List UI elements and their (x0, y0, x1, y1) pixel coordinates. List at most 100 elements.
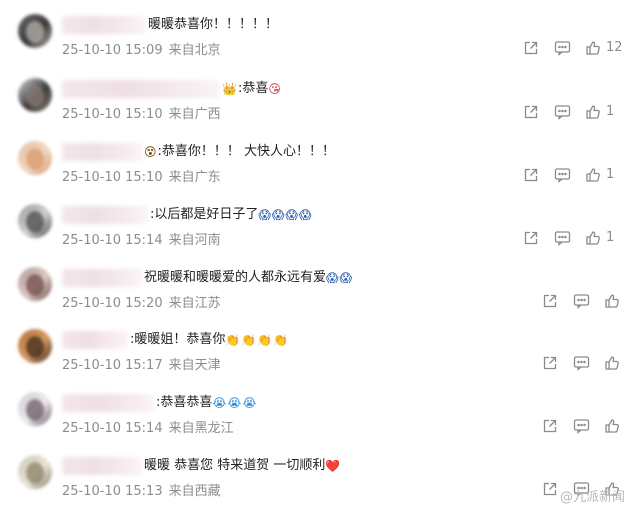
comment-text: :恭喜恭喜😭😭😭 (156, 394, 257, 412)
comment-text-segment: :恭喜 (237, 81, 269, 96)
comment-location: 来自江苏 (168, 296, 221, 311)
comment-location: 来自天津 (168, 358, 221, 373)
thumb-up-icon[interactable] (584, 229, 602, 247)
comment-time: 25-10-10 15:10 (62, 107, 163, 122)
share-icon[interactable] (541, 417, 559, 435)
comment-icon[interactable] (553, 39, 571, 57)
emoji-icon: 😱 (258, 208, 271, 222)
share-icon[interactable] (522, 103, 540, 121)
share-icon[interactable] (522, 229, 540, 247)
emoji-icon: 👏 (273, 333, 289, 347)
comment-item: :以后都是好日子了😱😱😱😱 25-10-10 15:14 来自河南 1 (0, 198, 633, 261)
share-icon[interactable] (522, 39, 540, 57)
comment-text-segment: :以后都是好日子了 (150, 207, 259, 222)
avatar[interactable] (18, 14, 52, 48)
avatar[interactable] (18, 455, 52, 489)
comment-text: 😵:恭喜你！！！ 大快人心！！！ (144, 143, 335, 161)
comment-text: :暖暖姐！恭喜你👏👏👏👏 (130, 331, 289, 349)
comment-icon[interactable] (572, 417, 590, 435)
emoji-icon: 😱 (285, 208, 298, 222)
comment-time: 25-10-10 15:20 (62, 296, 163, 311)
comment-item: :暖暖姐！恭喜你👏👏👏👏 25-10-10 15:17 来自天津 (0, 323, 633, 386)
thumb-up-icon[interactable] (603, 354, 621, 372)
comment-icon[interactable] (553, 229, 571, 247)
thumb-up-icon[interactable] (603, 417, 621, 435)
username-blurred[interactable] (62, 457, 142, 475)
comment-location: 来自西藏 (168, 484, 221, 499)
share-icon[interactable] (541, 292, 559, 310)
username-blurred[interactable] (62, 331, 128, 349)
thumb-up-icon[interactable] (584, 166, 602, 184)
comment-icon[interactable] (572, 354, 590, 372)
emoji-icon: 😭 (212, 396, 227, 410)
comment-meta: 25-10-10 15:20 来自江苏 (62, 292, 227, 311)
comment-meta: 25-10-10 15:09 来自北京 (62, 39, 227, 58)
username-blurred[interactable] (62, 143, 142, 161)
comment-text-segment: 祝暖暖和暖暖爱的人都永远有爱 (144, 270, 327, 285)
comment-actions: 1 (522, 229, 633, 247)
emoji-icon: 👏 (241, 333, 257, 347)
avatar[interactable] (18, 329, 52, 363)
comment-text-segment: 暖暖恭喜你！！！！！ (148, 17, 279, 32)
comment-text-segment: :恭喜恭喜 (156, 395, 213, 410)
comment-location: 来自广东 (168, 170, 221, 185)
emoji-icon: 👏 (257, 333, 273, 347)
share-icon[interactable] (541, 354, 559, 372)
comment-text: 👑:恭喜😘 (222, 80, 282, 98)
comment-meta: 25-10-10 15:13 来自西藏 (62, 480, 227, 499)
emoji-icon: 😵 (144, 145, 157, 159)
comment-item: :恭喜恭喜😭😭😭 25-10-10 15:14 来自黑龙江 (0, 386, 633, 449)
like-count: 12 (606, 40, 623, 55)
comment-text-segment: 暖暖 恭喜您 特来道贺 一切顺利 (144, 458, 326, 473)
comment-actions (541, 292, 633, 310)
thumb-up-icon[interactable] (584, 39, 602, 57)
username-blurred[interactable] (62, 269, 142, 287)
comment-meta: 25-10-10 15:17 来自天津 (62, 354, 227, 373)
comment-text: :以后都是好日子了😱😱😱😱 (150, 206, 312, 224)
comment-actions: 1 (522, 103, 633, 121)
username-blurred[interactable] (62, 16, 146, 34)
share-icon[interactable] (522, 166, 540, 184)
comment-text: 暖暖 恭喜您 特来道贺 一切顺利❤️ (144, 457, 341, 475)
username-blurred[interactable] (62, 394, 154, 412)
thumb-up-icon[interactable] (603, 292, 621, 310)
comment-text: 祝暖暖和暖暖爱的人都永远有爱😱😱 (144, 269, 353, 287)
emoji-icon: ❤️ (325, 459, 341, 473)
comment-icon[interactable] (572, 292, 590, 310)
username-blurred[interactable] (62, 80, 220, 98)
comment-item: 祝暖暖和暖暖爱的人都永远有爱😱😱 25-10-10 15:20 来自江苏 (0, 261, 633, 324)
comment-time: 25-10-10 15:14 (62, 233, 163, 248)
avatar[interactable] (18, 78, 52, 112)
emoji-icon: 😘 (268, 82, 281, 96)
comment-icon[interactable] (553, 166, 571, 184)
watermark: @九派新闻 (560, 486, 625, 505)
comment-time: 25-10-10 15:14 (62, 421, 163, 436)
emoji-icon: 😱 (271, 208, 285, 222)
thumb-up-icon[interactable] (584, 103, 602, 121)
comment-time: 25-10-10 15:09 (62, 43, 163, 58)
like-count: 1 (606, 104, 615, 119)
comment-location: 来自北京 (168, 43, 221, 58)
comment-item: 暖暖恭喜你！！！！！ 25-10-10 15:09 来自北京 12 (0, 8, 633, 71)
comment-location: 来自河南 (168, 233, 221, 248)
emoji-icon: 😭 (227, 396, 242, 410)
emoji-icon: 👑 (222, 82, 237, 96)
share-icon[interactable] (541, 480, 559, 498)
comment-text: 暖暖恭喜你！！！！！ (148, 16, 278, 34)
avatar[interactable] (18, 141, 52, 175)
comment-meta: 25-10-10 15:10 来自广东 (62, 166, 227, 185)
comment-actions: 12 (522, 39, 633, 57)
avatar[interactable] (18, 267, 52, 301)
watermark-text: @九派新闻 (559, 490, 625, 505)
avatar[interactable] (18, 392, 52, 426)
comment-time: 25-10-10 15:13 (62, 484, 163, 499)
comment-item: 😵:恭喜你！！！ 大快人心！！！ 25-10-10 15:10 来自广东 1 (0, 135, 633, 198)
comment-meta: 25-10-10 15:10 来自广西 (62, 103, 227, 122)
username-blurred[interactable] (62, 206, 148, 224)
comment-location: 来自广西 (168, 107, 221, 122)
comment-actions (541, 354, 633, 372)
comment-icon[interactable] (553, 103, 571, 121)
avatar[interactable] (18, 204, 52, 238)
comment-text-segment: :暖暖姐！恭喜你 (130, 332, 226, 347)
comment-location: 来自黑龙江 (168, 421, 234, 436)
